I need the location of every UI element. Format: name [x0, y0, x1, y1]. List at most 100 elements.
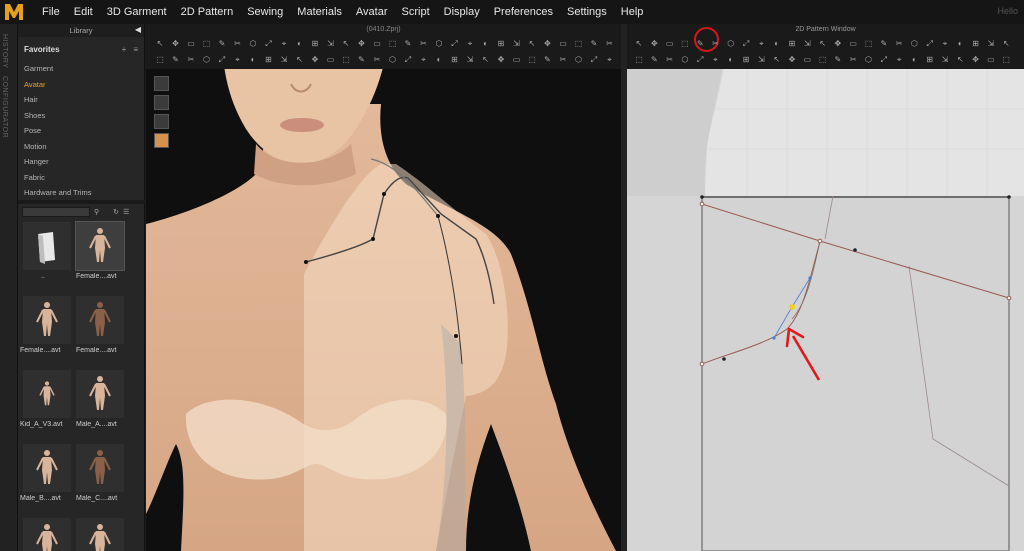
- avatar-thumbnail[interactable]: [75, 221, 125, 271]
- menu-avatar[interactable]: Avatar: [349, 0, 395, 24]
- 2d-tool-icon[interactable]: ✥: [786, 55, 798, 64]
- library-category-fabric[interactable]: Fabric: [18, 170, 144, 186]
- 3d-tool-icon[interactable]: ⤢: [588, 55, 600, 64]
- 3d-tool-icon[interactable]: ⌖: [604, 55, 616, 64]
- 2d-tool-icon[interactable]: ↖: [771, 55, 783, 64]
- 3d-tool-icon[interactable]: ✥: [309, 55, 321, 64]
- avatar-thumbnail[interactable]: [23, 370, 71, 418]
- avatar-thumbnail[interactable]: [76, 296, 124, 344]
- library-category-avatar[interactable]: Avatar: [18, 77, 144, 93]
- 3d-tool-icon[interactable]: ⬚: [340, 55, 352, 64]
- show-avatar-button[interactable]: [154, 95, 169, 110]
- library-category-pose[interactable]: Pose: [18, 123, 144, 139]
- 3d-tool-icon[interactable]: ▭: [325, 55, 337, 64]
- 3d-tool-icon[interactable]: ⬡: [247, 39, 259, 48]
- 2d-pattern-window[interactable]: 2D Pattern Window ↖ ✥ ▭ ⬚ ✎ ✂ ⬡ ⤢ ⌖ ◐ ⊞ ⇲ ↖ ✥ ▭ ⬚ ✎ ✂ ⬡ ⤢ ⌖ ◐…: [627, 24, 1024, 551]
- 2d-tool-icon[interactable]: ⊞: [740, 55, 752, 64]
- 2d-tool-icon[interactable]: ⇲: [985, 39, 997, 48]
- folder-up-item[interactable]: [23, 222, 71, 270]
- 3d-point[interactable]: [382, 192, 386, 196]
- 3d-tool-icon[interactable]: ⬚: [573, 39, 585, 48]
- library-search-input[interactable]: [22, 206, 90, 217]
- 2d-tool-icon[interactable]: ↖: [817, 39, 829, 48]
- 3d-tool-icon[interactable]: ⌖: [418, 55, 430, 64]
- 2d-tool-icon[interactable]: ✥: [832, 39, 844, 48]
- menu-script[interactable]: Script: [395, 0, 437, 24]
- curve-handle-point[interactable]: [772, 336, 776, 340]
- pattern-point[interactable]: [853, 248, 857, 252]
- 2d-tool-icon[interactable]: ▭: [985, 55, 997, 64]
- 2d-tool-icon[interactable]: ◐: [725, 55, 737, 64]
- 2d-tool-icon[interactable]: ✎: [694, 39, 706, 48]
- 3d-tool-icon[interactable]: ▭: [557, 39, 569, 48]
- 2d-tool-icon[interactable]: ◐: [954, 39, 966, 48]
- texture-button[interactable]: [154, 114, 169, 129]
- 2d-tool-icon[interactable]: ⌖: [755, 39, 767, 48]
- 2d-tool-icon[interactable]: ✥: [648, 39, 660, 48]
- configurator-tab[interactable]: CONFIGURATOR: [1, 76, 8, 138]
- 3d-tool-icon[interactable]: ✥: [170, 39, 182, 48]
- 2d-tool-icon[interactable]: ▭: [664, 39, 676, 48]
- 2d-tool-icon[interactable]: ◐: [908, 55, 920, 64]
- 3d-tool-icon[interactable]: ✂: [418, 39, 430, 48]
- 2d-tool-icon[interactable]: ⤢: [740, 39, 752, 48]
- 3d-tool-icon[interactable]: ▭: [371, 39, 383, 48]
- 2d-tool-icon[interactable]: ⬚: [1000, 55, 1012, 64]
- 2d-tool-icon[interactable]: ✂: [710, 39, 722, 48]
- search-icon[interactable]: ⚲: [94, 208, 99, 216]
- 2d-tool-icon[interactable]: ⬚: [817, 55, 829, 64]
- 2d-tool-icon[interactable]: ⇲: [755, 55, 767, 64]
- list-view-icon[interactable]: ☰: [123, 208, 129, 216]
- 3d-tool-icon[interactable]: ▭: [185, 39, 197, 48]
- 2d-tool-icon[interactable]: ⬚: [679, 39, 691, 48]
- library-category-hanger[interactable]: Hanger: [18, 154, 144, 170]
- 3d-tool-icon[interactable]: ⬡: [433, 39, 445, 48]
- 2d-tool-icon[interactable]: ⤢: [878, 55, 890, 64]
- 3d-tool-icon[interactable]: ⤢: [449, 39, 461, 48]
- pattern-point[interactable]: [817, 238, 823, 244]
- menu-settings[interactable]: Settings: [560, 0, 614, 24]
- 3d-tool-icon[interactable]: ✎: [170, 55, 182, 64]
- 2d-tool-icon[interactable]: ⊞: [924, 55, 936, 64]
- favorites-options-button[interactable]: ≡: [133, 45, 138, 54]
- pattern-point[interactable]: [700, 195, 704, 199]
- library-category-hair[interactable]: Hair: [18, 92, 144, 108]
- 3d-tool-icon[interactable]: ↖: [154, 39, 166, 48]
- 3d-tool-icon[interactable]: ↖: [526, 39, 538, 48]
- 3d-tool-icon[interactable]: ⤢: [263, 39, 275, 48]
- 2d-tool-icon[interactable]: ✂: [664, 55, 676, 64]
- library-category-hardware-and-trims[interactable]: Hardware and Trims: [18, 185, 144, 201]
- 3d-tool-icon[interactable]: ⊞: [263, 55, 275, 64]
- 2d-pattern-canvas[interactable]: [627, 24, 1024, 551]
- 3d-tool-icon[interactable]: ✥: [495, 55, 507, 64]
- 3d-tool-icon[interactable]: ✂: [232, 39, 244, 48]
- 2d-tool-icon[interactable]: ⬚: [633, 55, 645, 64]
- 2d-tool-icon[interactable]: ⌖: [939, 39, 951, 48]
- 3d-tool-icon[interactable]: ⊞: [309, 39, 321, 48]
- 3d-tool-icon[interactable]: ⬡: [387, 55, 399, 64]
- 2d-tool-icon[interactable]: ✎: [648, 55, 660, 64]
- 2d-tool-icon[interactable]: ⇲: [801, 39, 813, 48]
- 2d-tool-icon[interactable]: ↖: [954, 55, 966, 64]
- 3d-tool-icon[interactable]: ✎: [542, 55, 554, 64]
- 3d-tool-icon[interactable]: ⇲: [511, 39, 523, 48]
- 3d-viewport[interactable]: [146, 24, 621, 551]
- 2d-tool-icon[interactable]: ⤢: [694, 55, 706, 64]
- 3d-tool-icon[interactable]: ✎: [402, 39, 414, 48]
- 3d-tool-icon[interactable]: ⇲: [278, 55, 290, 64]
- pattern-point[interactable]: [722, 357, 726, 361]
- 3d-tool-icon[interactable]: ✥: [356, 39, 368, 48]
- pattern-point[interactable]: [699, 201, 705, 207]
- 2d-tool-icon[interactable]: ⤢: [924, 39, 936, 48]
- 3d-tool-icon[interactable]: ⬡: [573, 55, 585, 64]
- menu-sewing[interactable]: Sewing: [240, 0, 290, 24]
- 2d-tool-icon[interactable]: ✥: [970, 55, 982, 64]
- 3d-point[interactable]: [304, 260, 308, 264]
- 3d-tool-icon[interactable]: ⤢: [402, 55, 414, 64]
- avatar-display-button[interactable]: [154, 133, 169, 148]
- 3d-tool-icon[interactable]: ↖: [340, 39, 352, 48]
- 2d-tool-icon[interactable]: ⬡: [908, 39, 920, 48]
- 2d-tool-icon[interactable]: ◐: [771, 39, 783, 48]
- selected-curve-point[interactable]: [789, 304, 795, 310]
- 3d-point[interactable]: [371, 237, 375, 241]
